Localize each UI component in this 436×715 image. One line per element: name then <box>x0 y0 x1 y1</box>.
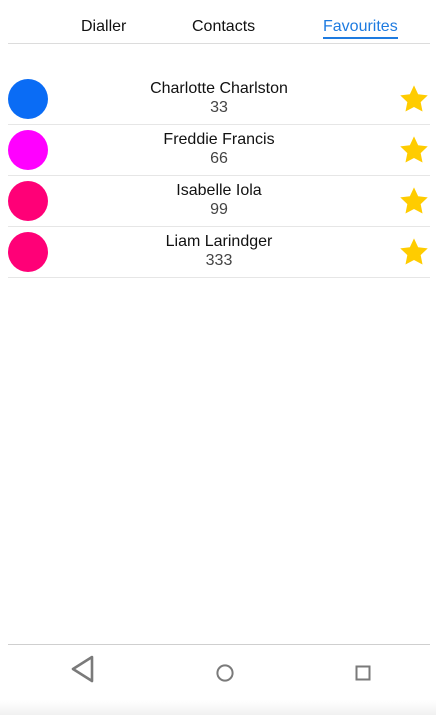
star-icon[interactable] <box>398 185 430 217</box>
list-item[interactable]: Liam Larindger 333 <box>8 227 430 278</box>
navigation-bar <box>8 644 430 701</box>
contact-name: Freddie Francis <box>163 131 275 148</box>
list-item[interactable]: Charlotte Charlston 33 <box>8 74 430 125</box>
back-triangle-icon[interactable] <box>70 655 96 683</box>
contact-number: 66 <box>210 150 228 167</box>
bottom-shade <box>0 700 436 715</box>
contact-number: 33 <box>210 99 228 116</box>
home-circle-icon[interactable] <box>216 664 234 682</box>
contact-name: Charlotte Charlston <box>150 80 288 97</box>
star-icon[interactable] <box>398 83 430 115</box>
star-icon[interactable] <box>398 236 430 268</box>
tab-bar: Dialler Contacts Favourites <box>8 0 430 44</box>
phone-screen: Dialler Contacts Favourites Charlotte Ch… <box>0 0 436 715</box>
list-item[interactable]: Freddie Francis 66 <box>8 125 430 176</box>
favourites-list: Charlotte Charlston 33 Freddie Francis 6… <box>8 74 430 278</box>
tab-favourites[interactable]: Favourites <box>323 17 398 39</box>
recent-apps-square-icon[interactable] <box>355 665 371 681</box>
list-item[interactable]: Isabelle Iola 99 <box>8 176 430 227</box>
contact-name: Isabelle Iola <box>176 182 262 199</box>
contact-number: 333 <box>205 252 233 269</box>
tab-contacts[interactable]: Contacts <box>192 17 255 37</box>
contact-number: 99 <box>210 201 228 218</box>
tab-dialler[interactable]: Dialler <box>81 17 126 37</box>
star-icon[interactable] <box>398 134 430 166</box>
contact-name: Liam Larindger <box>165 233 273 250</box>
